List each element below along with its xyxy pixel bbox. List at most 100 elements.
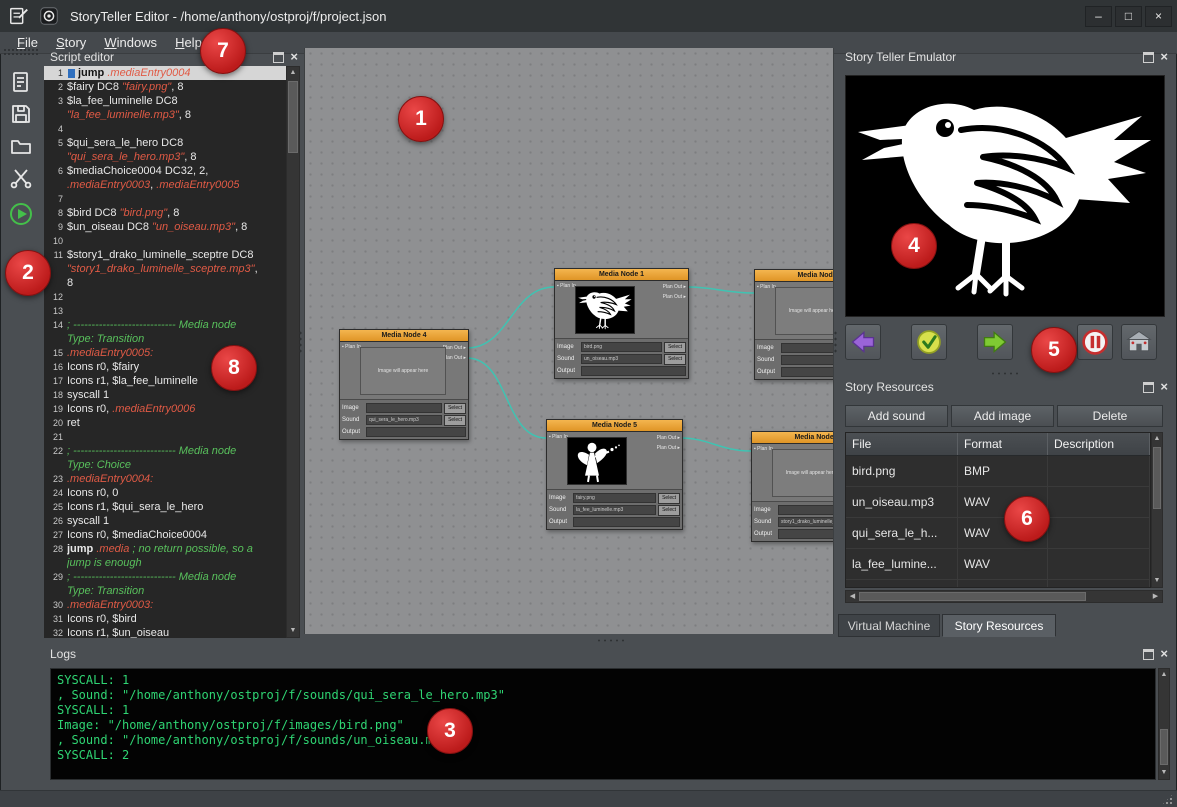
node-select-button[interactable]: Select bbox=[444, 403, 466, 414]
validate-button[interactable] bbox=[911, 324, 947, 360]
code-row: 20ret bbox=[44, 416, 288, 430]
scroll-left-icon[interactable]: ◀ bbox=[846, 591, 859, 602]
node-title: Media Node 2 bbox=[755, 270, 834, 282]
delete-button[interactable]: Delete bbox=[1057, 405, 1163, 427]
media-node[interactable]: Media Node 2▪ Plan InPlan Out ▸Plan Out … bbox=[754, 269, 834, 380]
float-panel-icon[interactable] bbox=[1143, 382, 1154, 393]
log-line: , Sound: "/home/anthony/ostproj/f/sounds… bbox=[57, 688, 1149, 703]
logs-console: SYSCALL: 1, Sound: "/home/anthony/ostpro… bbox=[50, 668, 1156, 780]
table-row[interactable]: un_oiseau.mp3WAV bbox=[846, 487, 1150, 518]
media-node[interactable]: Media Node 3▪ Plan InPlan Out ▸Plan Out … bbox=[751, 431, 834, 542]
scrollbar-handle[interactable] bbox=[859, 592, 1086, 601]
splitter-handle[interactable] bbox=[596, 638, 624, 643]
open-button[interactable] bbox=[9, 134, 33, 158]
annotation-badge: 4 bbox=[891, 223, 937, 269]
scroll-down-icon[interactable]: ▼ bbox=[287, 625, 299, 637]
annotation-badge: 3 bbox=[427, 708, 473, 754]
save-button[interactable] bbox=[9, 102, 33, 126]
close-button[interactable]: × bbox=[1145, 6, 1172, 27]
scroll-right-icon[interactable]: ▶ bbox=[1149, 591, 1162, 602]
node-select-button[interactable]: Select bbox=[658, 493, 680, 504]
scroll-up-icon[interactable]: ▲ bbox=[1159, 669, 1169, 681]
code-row: 13 bbox=[44, 304, 288, 318]
table-cell: WAV bbox=[958, 549, 1048, 579]
scrollbar-handle[interactable] bbox=[288, 81, 298, 153]
node-output-port[interactable]: Plan Out ▸ bbox=[443, 355, 466, 361]
column-format[interactable]: Format bbox=[958, 433, 1048, 455]
node-input-port[interactable]: ▪ Plan In bbox=[757, 284, 776, 290]
resize-grip[interactable] bbox=[1161, 793, 1174, 806]
close-panel-icon[interactable]: × bbox=[1160, 52, 1168, 62]
add-sound-button[interactable]: Add sound bbox=[845, 405, 948, 427]
scroll-down-icon[interactable]: ▼ bbox=[1152, 575, 1162, 587]
window-controls: – □ × bbox=[1085, 6, 1172, 27]
media-node[interactable]: Media Node 1▪ Plan InPlan Out ▸Plan Out … bbox=[554, 268, 689, 379]
media-node[interactable]: Media Node 5▪ Plan InPlan Out ▸Plan Out … bbox=[546, 419, 683, 530]
node-output-port[interactable]: Plan Out ▸ bbox=[663, 294, 686, 300]
tab-virtual-machine[interactable]: Virtual Machine bbox=[838, 614, 940, 637]
node-output-port[interactable]: Plan Out ▸ bbox=[663, 284, 686, 290]
node-input-port[interactable]: ▪ Plan In bbox=[754, 446, 773, 452]
code-row: 19Icons r0, .mediaEntry0006 bbox=[44, 402, 288, 416]
pause-button[interactable] bbox=[1077, 324, 1113, 360]
node-row: Soundun_oiseau.mp3Select bbox=[557, 353, 686, 365]
next-button[interactable] bbox=[977, 324, 1013, 360]
scrollbar-handle[interactable] bbox=[1160, 729, 1168, 765]
scroll-up-icon[interactable]: ▲ bbox=[287, 67, 299, 79]
titlebar[interactable]: StoryTeller Editor - /home/anthony/ostpr… bbox=[0, 0, 1177, 33]
run-button[interactable] bbox=[9, 202, 33, 226]
resources-table-scrollbar[interactable]: ▲ ▼ bbox=[1151, 432, 1163, 588]
media-node[interactable]: Media Node 4▪ Plan InPlan Out ▸Plan Out … bbox=[339, 329, 469, 440]
close-panel-icon[interactable]: × bbox=[1160, 382, 1168, 392]
node-canvas[interactable]: Media Node 4▪ Plan InPlan Out ▸Plan Out … bbox=[304, 48, 834, 634]
node-select-button[interactable]: Select bbox=[658, 505, 680, 516]
maximize-button[interactable]: □ bbox=[1115, 6, 1142, 27]
home-button[interactable] bbox=[1121, 324, 1157, 360]
table-row[interactable]: fairy.pngBMP bbox=[846, 580, 1150, 588]
minimize-button[interactable]: – bbox=[1085, 6, 1112, 27]
resources-table: File Format Description bird.pngBMPun_oi… bbox=[845, 432, 1151, 588]
column-description[interactable]: Description bbox=[1048, 433, 1150, 455]
code-row: 5$qui_sera_le_hero DC8 bbox=[44, 136, 288, 150]
add-image-button[interactable]: Add image bbox=[951, 405, 1054, 427]
scroll-up-icon[interactable]: ▲ bbox=[1152, 433, 1162, 445]
back-button[interactable] bbox=[845, 324, 881, 360]
node-output-port[interactable]: Plan Out ▸ bbox=[443, 345, 466, 351]
node-output-port[interactable]: Plan Out ▸ bbox=[657, 435, 680, 441]
toolbar-drag-handle[interactable] bbox=[3, 48, 39, 55]
float-panel-icon[interactable] bbox=[1143, 649, 1154, 660]
close-panel-icon[interactable]: × bbox=[1160, 649, 1168, 659]
float-panel-icon[interactable] bbox=[1143, 52, 1154, 63]
node-select-button[interactable]: Select bbox=[444, 415, 466, 426]
new-script-button[interactable] bbox=[9, 70, 33, 94]
scissors-button[interactable] bbox=[9, 166, 33, 190]
node-input-port[interactable]: ▪ Plan In bbox=[342, 344, 361, 350]
node-row-value bbox=[781, 343, 834, 353]
resources-table-hscrollbar[interactable]: ◀ ▶ bbox=[845, 590, 1163, 603]
node-row: Soundstory1_drako_luminelle_sceptre.mp3S… bbox=[754, 516, 834, 528]
close-panel-icon[interactable]: × bbox=[290, 52, 298, 62]
table-row[interactable]: bird.pngBMP bbox=[846, 456, 1150, 487]
code-row: 3$la_fee_luminelle DC8 bbox=[44, 94, 288, 108]
node-select-button[interactable]: Select bbox=[664, 354, 686, 365]
code-row: 8 bbox=[44, 276, 288, 290]
node-row: ImageSelect bbox=[754, 504, 834, 516]
column-file[interactable]: File bbox=[846, 433, 958, 455]
scrollbar-handle[interactable] bbox=[1153, 447, 1161, 509]
table-cell bbox=[1048, 487, 1150, 517]
float-panel-icon[interactable] bbox=[273, 52, 284, 63]
node-input-port[interactable]: ▪ Plan In bbox=[549, 434, 568, 440]
logs-scrollbar[interactable]: ▲ ▼ bbox=[1158, 668, 1170, 780]
table-row[interactable]: la_fee_lumine...WAV bbox=[846, 549, 1150, 580]
splitter-handle[interactable] bbox=[990, 371, 1018, 376]
script-editor-titlebar: Script editor × bbox=[42, 48, 302, 66]
node-select-button[interactable]: Select bbox=[664, 342, 686, 353]
table-row[interactable]: qui_sera_le_h...WAV bbox=[846, 518, 1150, 549]
node-input-port[interactable]: ▪ Plan In bbox=[557, 283, 576, 289]
scroll-down-icon[interactable]: ▼ bbox=[1159, 767, 1169, 779]
splitter-handle[interactable] bbox=[298, 330, 303, 354]
left-toolbar bbox=[0, 54, 42, 790]
tab-story-resources[interactable]: Story Resources bbox=[942, 614, 1056, 637]
node-output-port[interactable]: Plan Out ▸ bbox=[657, 445, 680, 451]
code-row: 14; ---------------------------- Media n… bbox=[44, 318, 288, 332]
